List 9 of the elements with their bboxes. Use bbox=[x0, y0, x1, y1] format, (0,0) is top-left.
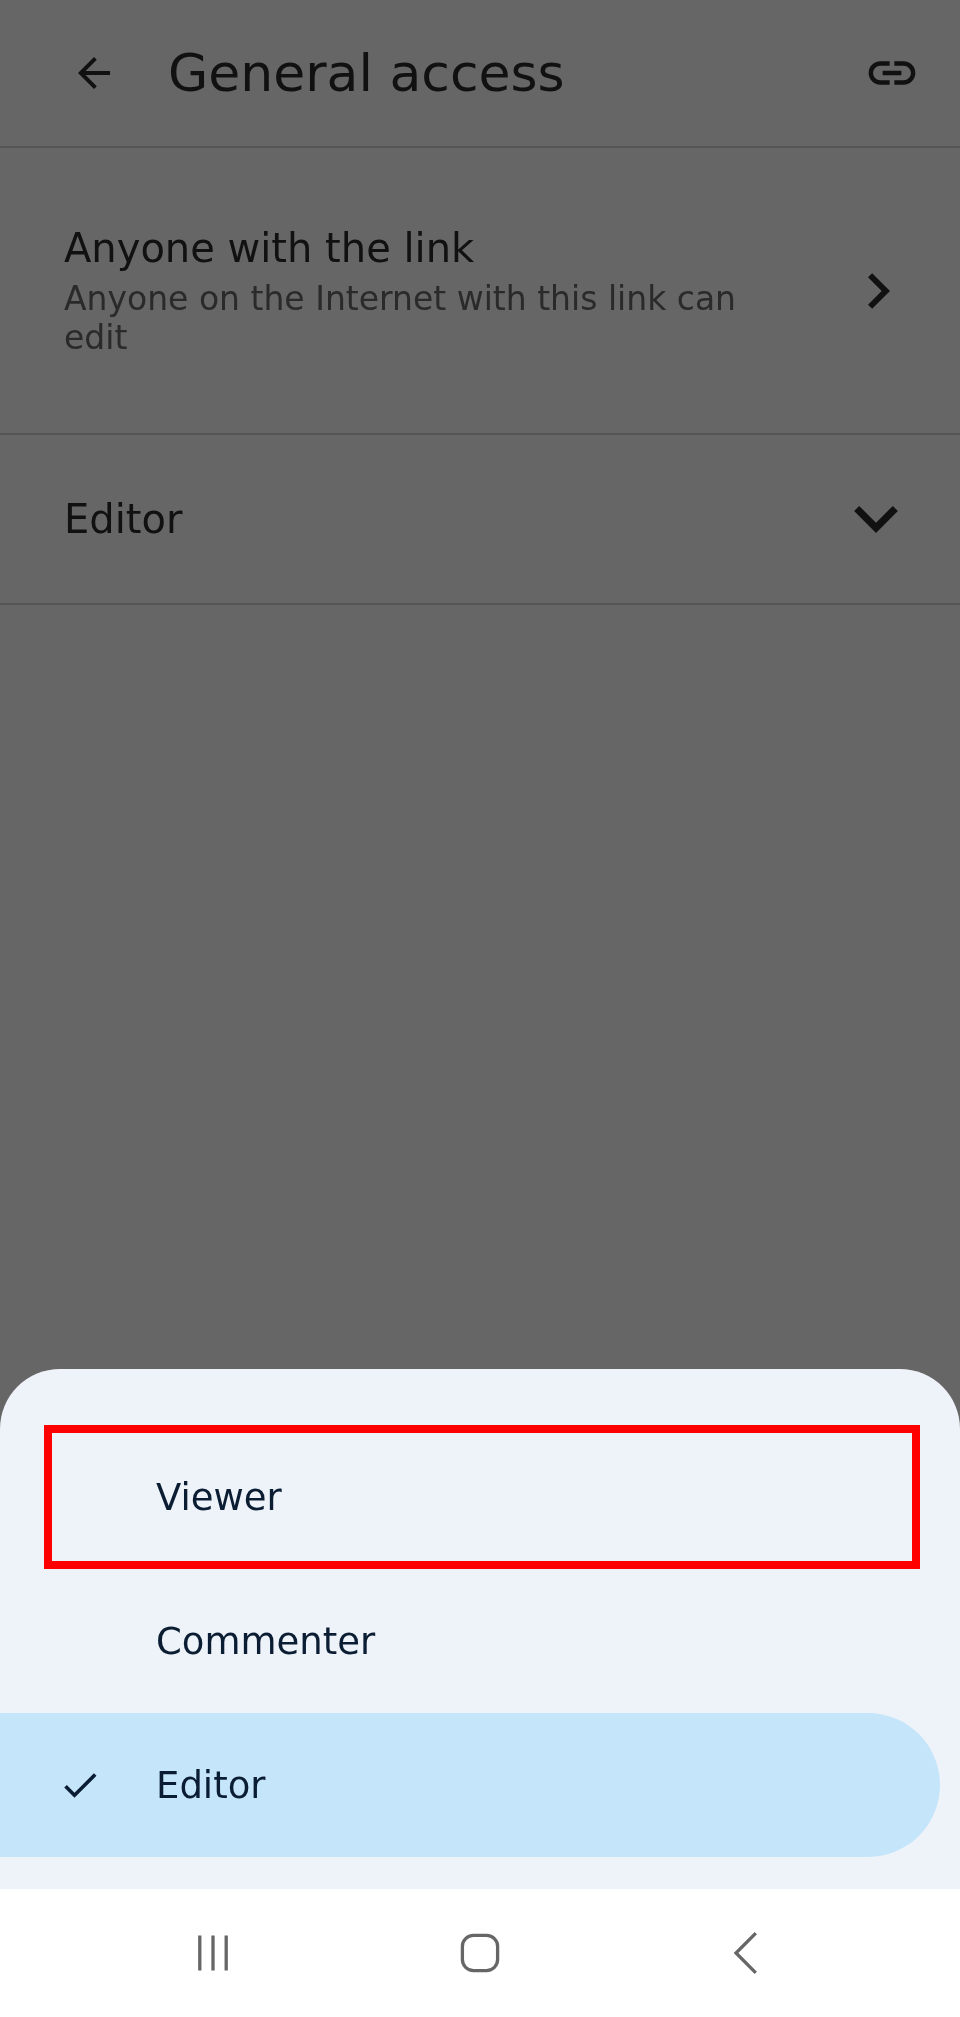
page-title: General access bbox=[168, 43, 566, 103]
role-option[interactable]: Commenter bbox=[0, 1569, 940, 1713]
role-option[interactable]: Viewer bbox=[0, 1425, 940, 1569]
role-option[interactable]: Editor bbox=[0, 1713, 940, 1857]
chevron-down-icon bbox=[854, 505, 898, 533]
access-description: Anyone on the Internet with this link can edit bbox=[64, 278, 738, 357]
home-icon[interactable] bbox=[458, 1931, 502, 1975]
chevron-right-icon bbox=[868, 272, 890, 309]
access-title: Anyone with the link bbox=[64, 224, 476, 271]
